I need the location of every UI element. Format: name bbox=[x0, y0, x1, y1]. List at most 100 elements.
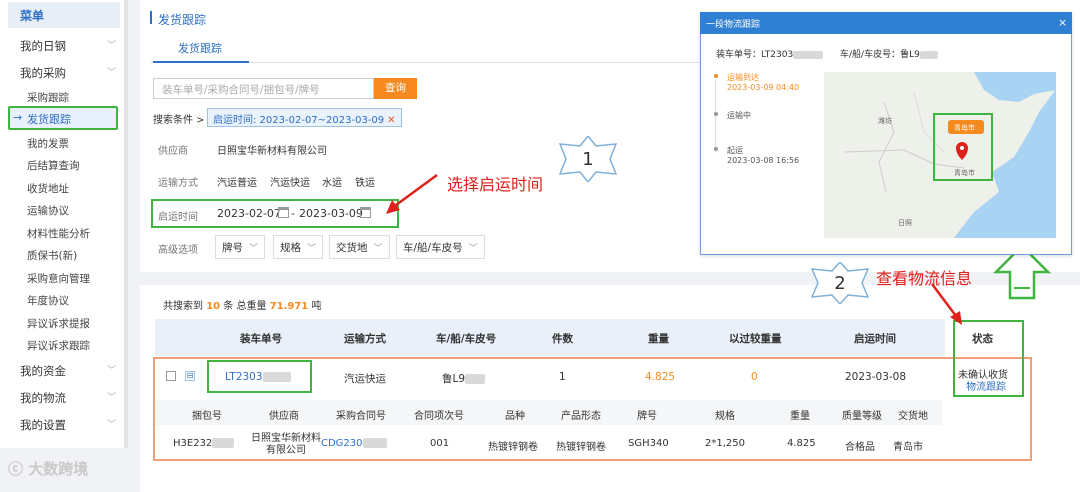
col-status: 状态 bbox=[972, 333, 993, 345]
map-tag-qingdao: 青岛市 bbox=[954, 124, 975, 132]
transport-option[interactable]: 铁运 bbox=[355, 174, 375, 189]
sidebar-item-warranty[interactable]: 质保书(新) bbox=[27, 248, 77, 263]
expand-icon[interactable]: ⊟ bbox=[185, 371, 195, 381]
sidebar-group-label: 我的物流 bbox=[20, 391, 66, 405]
advanced-label: 高级选项 bbox=[158, 245, 198, 256]
sub-row-contract[interactable]: CDG230 bbox=[321, 438, 387, 449]
spec-dropdown[interactable]: 规格 ﹀ bbox=[273, 235, 324, 259]
sidebar-item-objection-track[interactable]: 异议诉求跟踪 bbox=[27, 338, 90, 353]
order-no-text: LT2303 bbox=[225, 371, 263, 383]
sidebar-item-annual-agreement[interactable]: 年度协议 bbox=[27, 293, 69, 308]
sub-row-quality: 合格品 bbox=[845, 442, 875, 453]
map-label-qingdao: 青岛市 bbox=[954, 169, 975, 177]
sub-col-delivery: 交货地 bbox=[898, 411, 928, 422]
condition-chip[interactable]: 启运时间: 2023-02-07~2023-03-09 ✕ bbox=[207, 108, 402, 127]
step-badge-1: 1 bbox=[558, 136, 618, 182]
order-no-link[interactable]: LT2303 bbox=[225, 371, 291, 383]
sidebar-group-rigang[interactable]: 我的日钢 ﹀ bbox=[20, 38, 120, 54]
logistics-tracking-link[interactable]: 物流跟踪 bbox=[966, 378, 1006, 393]
date-label: 启运时间 bbox=[158, 212, 198, 223]
row-checkbox[interactable] bbox=[166, 371, 176, 381]
timeline-line bbox=[715, 80, 716, 152]
redacted-mask bbox=[262, 372, 291, 382]
sub-col-spec: 规格 bbox=[715, 411, 735, 422]
timeline-dot-active bbox=[714, 74, 718, 78]
step-number-1: 1 bbox=[582, 149, 593, 170]
transport-option[interactable]: 汽运快运 bbox=[270, 174, 310, 189]
close-icon[interactable]: × bbox=[1058, 16, 1067, 29]
date-separator: - bbox=[291, 207, 295, 220]
supplier-option[interactable]: 日照宝华新材料有限公司 bbox=[217, 142, 327, 157]
sidebar-item-invoices[interactable]: 我的发票 bbox=[27, 136, 69, 151]
row-vehicle: 鲁L9 bbox=[442, 371, 486, 386]
results-summary: 共搜索到 10 条 总重量 71.971 吨 bbox=[163, 297, 321, 312]
conditions-label: 搜索条件 > bbox=[153, 115, 205, 126]
sub-col-contract: 采购合同号 bbox=[336, 411, 386, 422]
sub-col-item-no: 合同项次号 bbox=[414, 411, 464, 422]
col-pieces: 件数 bbox=[552, 333, 573, 345]
sidebar-group-label: 我的采购 bbox=[20, 66, 66, 80]
sidebar-item-purchase-tracking[interactable]: 采购跟踪 bbox=[27, 90, 69, 105]
sidebar-item-material-analysis[interactable]: 材料性能分析 bbox=[27, 226, 90, 241]
sidebar-group-logistics[interactable]: 我的物流 ﹀ bbox=[20, 390, 120, 406]
sub-col-bundle: 捆包号 bbox=[192, 411, 222, 422]
sidebar-item-transport-agreement[interactable]: 运输协议 bbox=[27, 203, 69, 218]
redacted-mask bbox=[212, 438, 235, 448]
timeline-dot bbox=[714, 112, 718, 116]
sidebar-item-shipment-tracking[interactable]: → 发货跟踪 bbox=[8, 106, 118, 130]
transport-option[interactable]: 水运 bbox=[322, 174, 342, 189]
chevron-down-icon: ﹀ bbox=[106, 68, 116, 78]
redacted-mask bbox=[919, 50, 938, 59]
vehicle-dropdown[interactable]: 车/船/车皮号 ﹀ bbox=[396, 235, 485, 259]
sub-row-supplier: 日照宝华新材料有限公司 bbox=[251, 433, 321, 456]
date-from-input[interactable]: 2023-02-07 bbox=[217, 207, 281, 220]
summary-prefix: 共搜索到 bbox=[163, 301, 203, 312]
sidebar-item-objection-submit[interactable]: 异议诉求提报 bbox=[27, 316, 90, 331]
sidebar-group-funds[interactable]: 我的资金 ﹀ bbox=[20, 363, 120, 379]
sub-col-grade: 牌号 bbox=[637, 411, 657, 422]
sidebar-item-post-settlement[interactable]: 后结算查询 bbox=[27, 158, 80, 173]
sidebar-scrollbar[interactable] bbox=[124, 0, 128, 448]
sidebar-group-settings[interactable]: 我的设置 ﹀ bbox=[20, 417, 120, 433]
calendar-icon[interactable] bbox=[278, 207, 289, 218]
tab-shipment-tracking[interactable]: 发货跟踪 bbox=[178, 40, 222, 56]
search-button[interactable]: 查询 bbox=[374, 78, 417, 99]
timeline-time: 2023-03-09 04:40 bbox=[727, 83, 800, 92]
vehicle-text: 鲁L9 bbox=[442, 373, 466, 385]
sub-col-supplier: 供应商 bbox=[269, 411, 299, 422]
transport-label: 运输方式 bbox=[158, 178, 198, 189]
sidebar-item-purchase-intent[interactable]: 采购意向管理 bbox=[27, 271, 90, 286]
map-graphic bbox=[824, 72, 1056, 238]
date-to-input[interactable]: 2023-03-09 bbox=[299, 207, 363, 220]
popup-order-text: 装车单号：LT2303 bbox=[716, 50, 794, 60]
redacted-mask bbox=[362, 438, 387, 448]
col-order-no: 装车单号 bbox=[240, 333, 282, 345]
redacted-mask bbox=[793, 50, 824, 59]
callout-arrow-1 bbox=[386, 173, 438, 214]
chevron-down-icon: ﹀ bbox=[373, 244, 383, 254]
sidebar-item-address[interactable]: 收货地址 bbox=[27, 181, 69, 196]
sidebar-group-label: 我的日钢 bbox=[20, 39, 66, 53]
delivery-dropdown[interactable]: 交货地 ﹀ bbox=[329, 235, 390, 259]
menu-header: 菜单 bbox=[8, 2, 120, 28]
grade-dropdown[interactable]: 牌号 ﹀ bbox=[215, 235, 266, 259]
tab-active-underline bbox=[153, 61, 249, 63]
calendar-icon[interactable] bbox=[360, 207, 371, 218]
result-count: 10 bbox=[206, 301, 221, 312]
sidebar-group-label: 我的设置 bbox=[20, 418, 66, 432]
sidebar-group-purchase[interactable]: 我的采购 ﹀ bbox=[20, 65, 120, 81]
timeline-status: 起运 bbox=[727, 146, 743, 155]
logistics-map[interactable]: 潍坊 青岛市 青岛市 日照 bbox=[824, 72, 1056, 238]
timeline-time: 2023-03-08 16:56 bbox=[727, 156, 800, 165]
callout-text-1: 选择启运时间 bbox=[447, 175, 544, 194]
supplier-label: 供应商 bbox=[158, 146, 188, 157]
chevron-down-icon: ﹀ bbox=[106, 366, 116, 376]
chevron-down-icon: ﹀ bbox=[468, 244, 478, 254]
close-icon[interactable]: ✕ bbox=[387, 115, 395, 126]
summary-mid: 条 总重量 bbox=[223, 301, 267, 312]
sub-row-form: 热镀锌钢卷 bbox=[556, 442, 606, 453]
timeline-dot bbox=[714, 147, 718, 151]
transport-option[interactable]: 汽运普运 bbox=[217, 174, 257, 189]
search-input[interactable]: 装车单号/采购合同号/捆包号/牌号 bbox=[153, 78, 374, 99]
condition-chip-text: 启运时间: 2023-02-07~2023-03-09 bbox=[213, 115, 385, 126]
